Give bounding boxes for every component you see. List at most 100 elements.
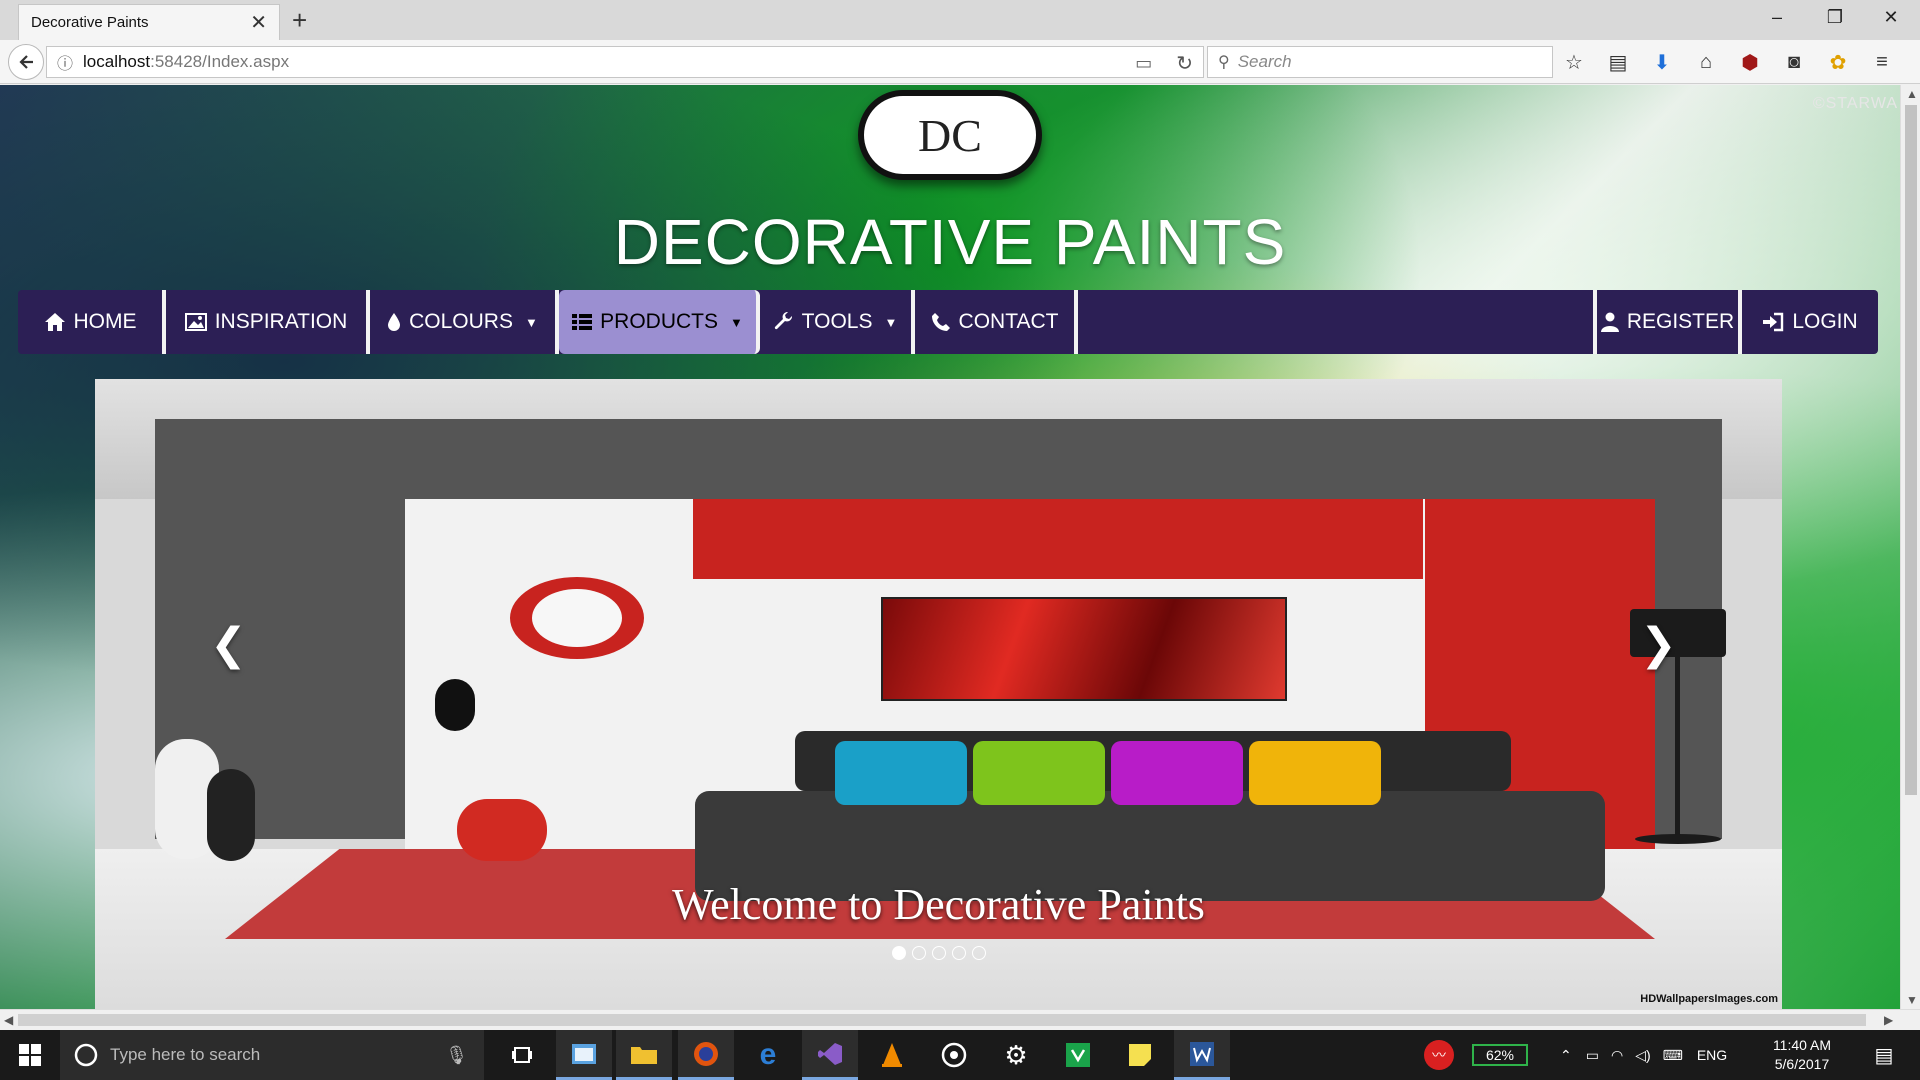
system-tray: 〰 62% ⌃ ▭ ◠ ◁) ⌨ ENG <box>1424 1030 1727 1080</box>
vertical-scroll-thumb[interactable] <box>1905 105 1917 795</box>
caret-down-icon: ▼ <box>524 314 538 330</box>
logo-text: DC <box>918 109 982 161</box>
scroll-right-icon[interactable]: ▶ <box>1884 1013 1893 1027</box>
microphone-icon[interactable]: 🎙 <box>445 1045 468 1066</box>
minimize-icon[interactable]: – <box>1754 4 1800 30</box>
window-close-icon[interactable]: ✕ <box>1868 4 1914 30</box>
nav-inspiration[interactable]: INSPIRATION <box>166 290 370 354</box>
nav-colours[interactable]: COLOURS ▼ <box>370 290 559 354</box>
slide-lamp-base <box>1635 834 1721 844</box>
slide-lamp-pole <box>1675 657 1680 837</box>
green-app-icon[interactable] <box>1050 1030 1106 1080</box>
carousel-indicators <box>95 946 1782 960</box>
taskbar-search-placeholder: Type here to search <box>110 1045 261 1064</box>
download-icon[interactable]: ⬇ <box>1648 48 1676 76</box>
clock-date: 5/6/2017 <box>1774 1056 1830 1072</box>
slide-pillow-blue <box>835 741 967 805</box>
settings-gear-icon[interactable]: ⚙ <box>988 1030 1044 1080</box>
horizontal-scrollbar[interactable]: ◀ ▶ <box>0 1009 1920 1030</box>
nav-colours-label: COLOURS <box>409 310 513 333</box>
tab-close-icon[interactable]: ✕ <box>250 13 267 33</box>
browser-tab[interactable]: Decorative Paints ✕ <box>18 4 280 40</box>
new-tab-icon[interactable]: + <box>292 5 307 35</box>
background-watermark: ©STARWA <box>1812 95 1898 112</box>
file-explorer-icon[interactable] <box>616 1030 672 1080</box>
scroll-left-icon[interactable]: ◀ <box>4 1013 13 1027</box>
user-icon <box>1600 312 1619 332</box>
media-player-icon[interactable] <box>926 1030 982 1080</box>
horizontal-scroll-thumb[interactable] <box>18 1014 1866 1026</box>
cortana-icon <box>74 1043 98 1067</box>
keyboard-icon[interactable]: ⌨ <box>1663 1047 1683 1064</box>
slide-pillow-green <box>973 741 1105 805</box>
vlc-icon[interactable] <box>864 1030 920 1080</box>
nav-tools[interactable]: TOOLS ▼ <box>760 290 915 354</box>
scroll-up-icon[interactable]: ▲ <box>1906 87 1918 101</box>
carousel-indicator[interactable] <box>931 946 946 960</box>
maximize-icon[interactable]: ❐ <box>1812 4 1858 30</box>
web-page: ©STARWA DC DECORATIVE PAINTS HOME INSPIR… <box>0 85 1900 1009</box>
extension-icon[interactable]: ✿ <box>1824 48 1852 76</box>
pocket-icon[interactable]: ◙ <box>1780 48 1808 76</box>
word-icon[interactable] <box>1174 1030 1230 1080</box>
carousel-indicator[interactable] <box>971 946 986 960</box>
scroll-down-icon[interactable]: ▼ <box>1906 993 1918 1007</box>
taskbar-search[interactable]: Type here to search 🎙 <box>60 1030 484 1080</box>
carousel-indicator[interactable] <box>911 946 926 960</box>
task-view-icon[interactable] <box>494 1030 550 1080</box>
browser-tab-bar: Decorative Paints ✕ + – ❐ ✕ <box>0 0 1920 40</box>
edge-icon[interactable]: e <box>740 1030 796 1080</box>
bookmark-star-icon[interactable]: ☆ <box>1560 48 1588 76</box>
home-icon <box>44 313 65 331</box>
menu-icon[interactable]: ≡ <box>1868 48 1896 76</box>
carousel-next-icon[interactable]: ❯ <box>1640 623 1677 667</box>
drop-icon <box>388 313 401 331</box>
taskbar-clock[interactable]: 11:40 AM 5/6/2017 <box>1762 1036 1842 1074</box>
carousel-indicator[interactable] <box>951 946 966 960</box>
network-icon[interactable]: ◠ <box>1611 1047 1623 1064</box>
visual-studio-icon[interactable] <box>802 1030 858 1080</box>
volume-icon[interactable]: ◁) <box>1635 1047 1650 1064</box>
tray-expand-icon[interactable]: ⌃ <box>1560 1047 1572 1064</box>
nav-register[interactable]: REGISTER <box>1593 290 1742 354</box>
carousel-caption: Welcome to Decorative Paints <box>672 880 1205 929</box>
taskbar-app-explorer-window[interactable] <box>556 1030 612 1080</box>
nav-contact[interactable]: CONTACT <box>915 290 1078 354</box>
slide-pillow-yellow <box>1249 741 1381 805</box>
search-bar[interactable]: ⚲ Search <box>1207 46 1553 78</box>
language-indicator[interactable]: ENG <box>1697 1047 1727 1063</box>
list-icon <box>572 314 593 330</box>
slide-pillow-purple <box>1111 741 1243 805</box>
bookmarks-list-icon[interactable]: ▤ <box>1604 48 1632 76</box>
action-center-icon[interactable]: ▤ <box>1856 1030 1912 1080</box>
sticky-notes-icon[interactable] <box>1112 1030 1168 1080</box>
ublock-icon[interactable]: ⬢ <box>1736 48 1764 76</box>
image-carousel[interactable]: ❮ ❯ Welcome to Decorative Paints HDWallp… <box>95 379 1782 1009</box>
home-browser-icon[interactable]: ⌂ <box>1692 48 1720 76</box>
back-arrow-icon[interactable] <box>8 44 44 80</box>
nav-login[interactable]: LOGIN <box>1742 290 1878 354</box>
login-icon <box>1763 312 1784 332</box>
carousel-prev-icon[interactable]: ❮ <box>210 623 247 667</box>
reader-view-icon[interactable]: ▭ <box>1135 53 1152 74</box>
info-icon[interactable]: ⓘ <box>57 50 73 74</box>
picture-icon <box>184 313 207 331</box>
monitor-app-icon[interactable]: 〰 <box>1424 1040 1454 1070</box>
clock-time: 11:40 AM <box>1772 1037 1832 1053</box>
nav-products[interactable]: PRODUCTS ▼ <box>559 290 760 354</box>
nav-home[interactable]: HOME <box>18 290 166 354</box>
vertical-scrollbar[interactable]: ▲ ▼ <box>1900 85 1920 1009</box>
reload-icon[interactable]: ↻ <box>1176 51 1193 76</box>
windows-start-icon[interactable] <box>0 1030 60 1080</box>
battery-icon[interactable]: ▭ <box>1586 1047 1599 1064</box>
wrench-icon <box>774 312 792 330</box>
site-logo[interactable]: DC <box>858 90 1042 180</box>
caret-down-icon: ▼ <box>884 314 898 330</box>
carousel-indicator[interactable] <box>891 946 906 960</box>
url-bar[interactable]: ⓘ localhost:58428/Index.aspx ▭ ↻ <box>46 46 1204 78</box>
battery-widget[interactable]: 62% <box>1472 1044 1528 1066</box>
nav-login-label: LOGIN <box>1792 310 1858 333</box>
nav-register-label: REGISTER <box>1626 310 1735 333</box>
firefox-icon[interactable] <box>678 1030 734 1080</box>
windows-taskbar: Type here to search 🎙 e ⚙ 〰 62% ⌃ ▭ ◠ ◁)… <box>0 1030 1920 1080</box>
